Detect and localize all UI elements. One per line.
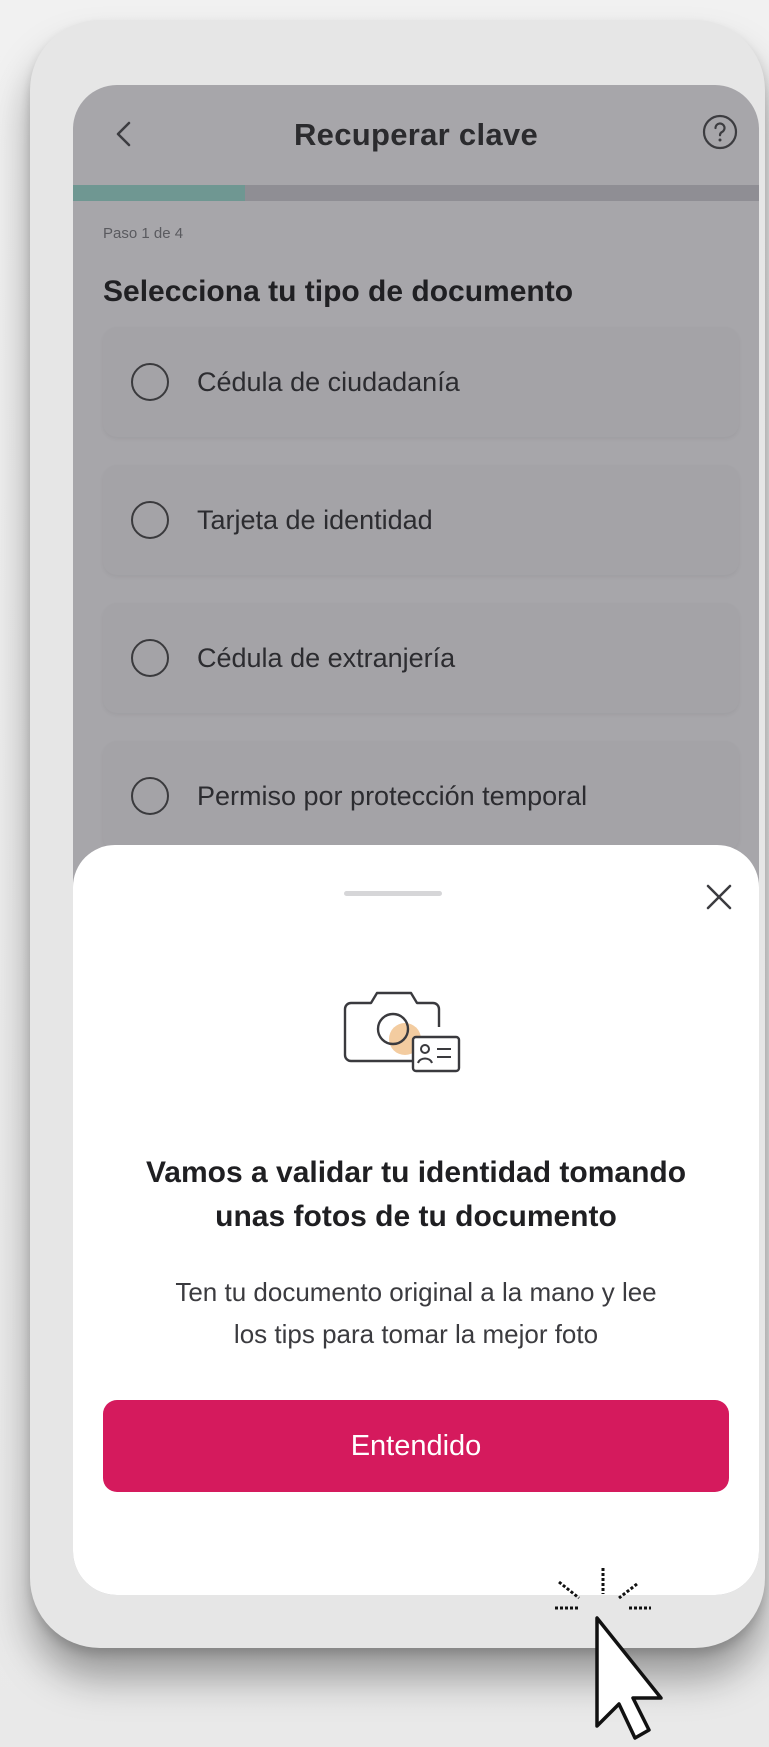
question-circle-icon[interactable]: [701, 113, 739, 151]
option-label: Cédula de ciudadanía: [197, 366, 460, 397]
stage: Recuperar clave Paso 1 de 4 Selecciona t…: [0, 0, 769, 1747]
camera-id-card-icon: [343, 991, 461, 1073]
understood-button[interactable]: Entendido: [103, 1400, 729, 1492]
option-label: Cédula de extranjería: [197, 642, 456, 673]
bottom-sheet: Vamos a validar tu identidad tomando una…: [73, 845, 759, 1595]
progress-bar: [73, 185, 759, 201]
radio-button[interactable]: [131, 501, 169, 539]
option-cedula-ciudadania[interactable]: Cédula de ciudadanía: [103, 327, 739, 437]
option-label: Tarjeta de identidad: [197, 504, 433, 535]
sheet-description: Ten tu documento original a la mano y le…: [103, 1271, 729, 1355]
app-header: Recuperar clave: [73, 85, 759, 185]
chevron-left-icon[interactable]: [105, 109, 145, 159]
document-type-options: Cédula de ciudadanía Tarjeta de identida…: [103, 327, 739, 879]
sheet-drag-handle[interactable]: [344, 891, 442, 896]
close-icon[interactable]: [697, 875, 741, 919]
page-title: Recuperar clave: [293, 117, 539, 152]
sheet-title-line: unas fotos de tu documento: [215, 1200, 617, 1233]
progress-bar-fill: [73, 185, 245, 201]
question-heading: Selecciona tu tipo de documento: [103, 275, 574, 308]
option-label: Permiso por protección temporal: [197, 780, 588, 811]
step-indicator: Paso 1 de 4: [103, 225, 184, 242]
sheet-title: Vamos a validar tu identidad tomando una…: [93, 1151, 739, 1239]
radio-button[interactable]: [131, 777, 169, 815]
sheet-description-line: Ten tu documento original a la mano y le…: [175, 1277, 657, 1307]
sheet-description-line: los tips para tomar la mejor foto: [233, 1319, 599, 1349]
option-tarjeta-identidad[interactable]: Tarjeta de identidad: [103, 465, 739, 575]
option-cedula-extranjeria[interactable]: Cédula de extranjería: [103, 603, 739, 713]
mouse-pointer-icon: [555, 1568, 663, 1740]
radio-button[interactable]: [131, 639, 169, 677]
radio-button[interactable]: [131, 363, 169, 401]
sheet-title-line: Vamos a validar tu identidad tomando: [145, 1156, 687, 1189]
option-permiso-proteccion[interactable]: Permiso por protección temporal: [103, 741, 739, 851]
phone-screen: Recuperar clave Paso 1 de 4 Selecciona t…: [73, 85, 759, 1595]
